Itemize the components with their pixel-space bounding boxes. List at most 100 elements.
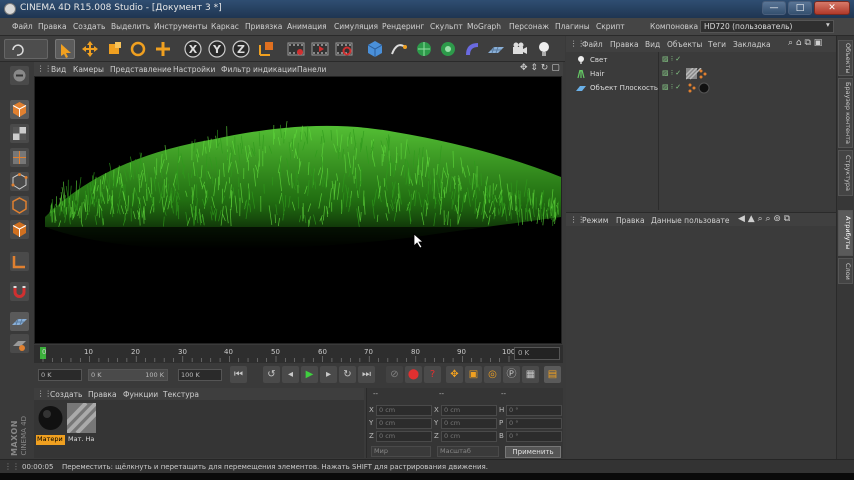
coord-pos-z-field[interactable]: 0 cm <box>376 431 432 442</box>
viewport-menu-view[interactable]: Вид <box>51 65 66 74</box>
viewport-menu-cameras[interactable]: Камеры <box>73 65 104 74</box>
material-menu-function[interactable]: Функции <box>123 390 158 399</box>
next-frame-icon[interactable]: ▸ <box>320 366 337 383</box>
coord-size-x-field[interactable]: 0 cm <box>441 405 497 416</box>
coord-rot-h-field[interactable]: 0 ° <box>506 405 562 416</box>
menu-sculpt[interactable]: Скульпт <box>430 22 463 31</box>
menu-render[interactable]: Рендеринг <box>382 22 424 31</box>
workplane-icon[interactable] <box>10 148 29 167</box>
object-menu-edit[interactable]: Правка <box>610 40 639 49</box>
hair-material-tag-icon[interactable] <box>686 68 712 80</box>
visibility-checkmark-icon[interactable]: ▨ ⁝ ✓ <box>662 69 681 77</box>
menu-select[interactable]: Выделить <box>111 22 150 31</box>
light-bulb-icon[interactable] <box>534 39 554 59</box>
close-button[interactable]: ✕ <box>814 1 850 15</box>
plane-tags-icon[interactable] <box>686 82 712 94</box>
tab-structure[interactable]: Структура <box>838 150 853 196</box>
y-axis-button[interactable]: Y <box>207 39 227 59</box>
object-search-icons[interactable]: ⌕ ⌂ ⧉ ▣ <box>788 38 822 48</box>
move-tool-button[interactable] <box>80 39 100 59</box>
visibility-checkmark-icon[interactable]: ▨ ⁝ ✓ <box>662 55 681 63</box>
viewport-menu-display[interactable]: Представление <box>110 65 172 74</box>
coord-pos-x-field[interactable]: 0 cm <box>376 405 432 416</box>
array-icon[interactable] <box>438 39 458 59</box>
viewport-menu-options[interactable]: Настройки <box>173 65 215 74</box>
coord-pos-y-field[interactable]: 0 cm <box>376 418 432 429</box>
x-axis-button[interactable]: X <box>183 39 203 59</box>
current-frame-input[interactable]: 0 K <box>514 347 560 360</box>
texture-mode-icon[interactable] <box>10 124 29 143</box>
floor-icon[interactable] <box>486 39 506 59</box>
maximize-button[interactable]: □ <box>788 1 812 15</box>
key-parameter-icon[interactable]: Ⓟ <box>503 366 520 383</box>
live-select-button[interactable] <box>55 39 75 59</box>
z-axis-button[interactable]: Z <box>231 39 251 59</box>
layout-select[interactable]: HD720 (пользователь) <box>700 20 834 33</box>
add-object-button[interactable] <box>153 39 173 59</box>
menu-simulate[interactable]: Симуляция <box>334 22 378 31</box>
visibility-checkmark-icon[interactable]: ▨ ⁝ ✓ <box>662 83 681 91</box>
scale-tool-button[interactable] <box>104 39 124 59</box>
object-menu-file[interactable]: Файл <box>582 40 603 49</box>
coord-mode-select[interactable]: Мир <box>371 446 431 457</box>
menu-mograph[interactable]: MoGraph <box>467 22 501 31</box>
apply-button[interactable]: Применить <box>505 446 561 458</box>
render-settings-button[interactable] <box>334 39 354 59</box>
chevron-down-icon[interactable]: ▾ <box>826 20 830 29</box>
coord-rot-p-field[interactable]: 0 ° <box>506 418 562 429</box>
material-menu-edit[interactable]: Правка <box>88 390 117 399</box>
axis-mode-icon[interactable] <box>10 252 29 271</box>
polygons-mode-icon[interactable] <box>10 220 29 239</box>
coord-rot-b-field[interactable]: 0 ° <box>506 431 562 442</box>
menu-file[interactable]: Файл <box>12 22 33 31</box>
key-position-icon[interactable]: ✥ <box>446 366 463 383</box>
edges-mode-icon[interactable] <box>10 196 29 215</box>
3d-viewport[interactable] <box>34 76 562 344</box>
menu-create[interactable]: Создать <box>73 22 105 31</box>
preview-range-slider[interactable]: 0 K 100 K <box>88 369 168 381</box>
object-menu-tags[interactable]: Теги <box>708 40 726 49</box>
coord-size-y-field[interactable]: 0 cm <box>441 418 497 429</box>
material-item[interactable]: Матери <box>36 403 65 445</box>
coord-size-z-field[interactable]: 0 cm <box>441 431 497 442</box>
object-menu-view[interactable]: Вид <box>645 40 660 49</box>
minimize-button[interactable]: — <box>762 1 786 15</box>
render-view-button[interactable] <box>286 39 306 59</box>
key-scale-icon[interactable]: ▣ <box>465 366 482 383</box>
camera-icon[interactable] <box>510 39 530 59</box>
object-menu-bookmarks[interactable]: Закладка <box>733 40 771 49</box>
subdivision-surface-icon[interactable] <box>414 39 434 59</box>
coord-scale-select[interactable]: Масштаб <box>437 446 499 457</box>
material-item[interactable]: Мат. На <box>55 401 108 445</box>
cinema4d-app-icon[interactable] <box>4 3 16 15</box>
coordinate-system-button[interactable] <box>256 39 276 59</box>
menu-mesh[interactable]: Каркас <box>211 22 239 31</box>
magnet-icon[interactable] <box>10 282 29 301</box>
timeline-ruler[interactable]: 0 10 20 30 40 50 60 70 80 90 100 0 K <box>34 345 563 363</box>
go-to-end-icon[interactable]: ⏭ <box>358 366 375 383</box>
timeline-window-icon[interactable]: ▤ <box>544 366 561 383</box>
render-to-picture-viewer-button[interactable] <box>310 39 330 59</box>
lock-workplane-icon[interactable] <box>10 334 29 353</box>
key-rotation-icon[interactable]: ◎ <box>484 366 501 383</box>
viewport-navigate-icons[interactable]: ✥ ⇕ ↻ ▢ <box>520 63 560 73</box>
menu-script[interactable]: Скрипт <box>596 22 625 31</box>
autokey-record-icon[interactable]: ⬤ <box>405 366 422 383</box>
menu-tools[interactable]: Инструменты <box>154 22 208 31</box>
cube-icon[interactable] <box>365 39 385 59</box>
tab-layers[interactable]: Слои <box>838 258 853 284</box>
grid-snap-icon[interactable] <box>10 312 29 331</box>
start-frame-field[interactable]: 0 K <box>38 369 82 381</box>
keyframe-selection-icon[interactable]: ? <box>424 366 441 383</box>
attribute-menu-userdata[interactable]: Данные пользовате <box>651 216 729 225</box>
tab-content-browser[interactable]: Браузер контента <box>838 78 853 148</box>
menu-edit[interactable]: Правка <box>38 22 67 31</box>
deformer-icon[interactable] <box>462 39 482 59</box>
attribute-nav-icons[interactable]: ◀ ▲ ⌕ ⌕ ⊚ ⧉ <box>738 214 790 224</box>
material-menu-texture[interactable]: Текстура <box>163 390 199 399</box>
menu-character[interactable]: Персонаж <box>509 22 549 31</box>
material-menu-create[interactable]: Создать <box>50 390 82 399</box>
previous-frame-icon[interactable]: ◂ <box>282 366 299 383</box>
object-row-hair[interactable]: Hair ▨ ⁝ ✓ <box>566 68 836 80</box>
menu-snap[interactable]: Привязка <box>245 22 282 31</box>
